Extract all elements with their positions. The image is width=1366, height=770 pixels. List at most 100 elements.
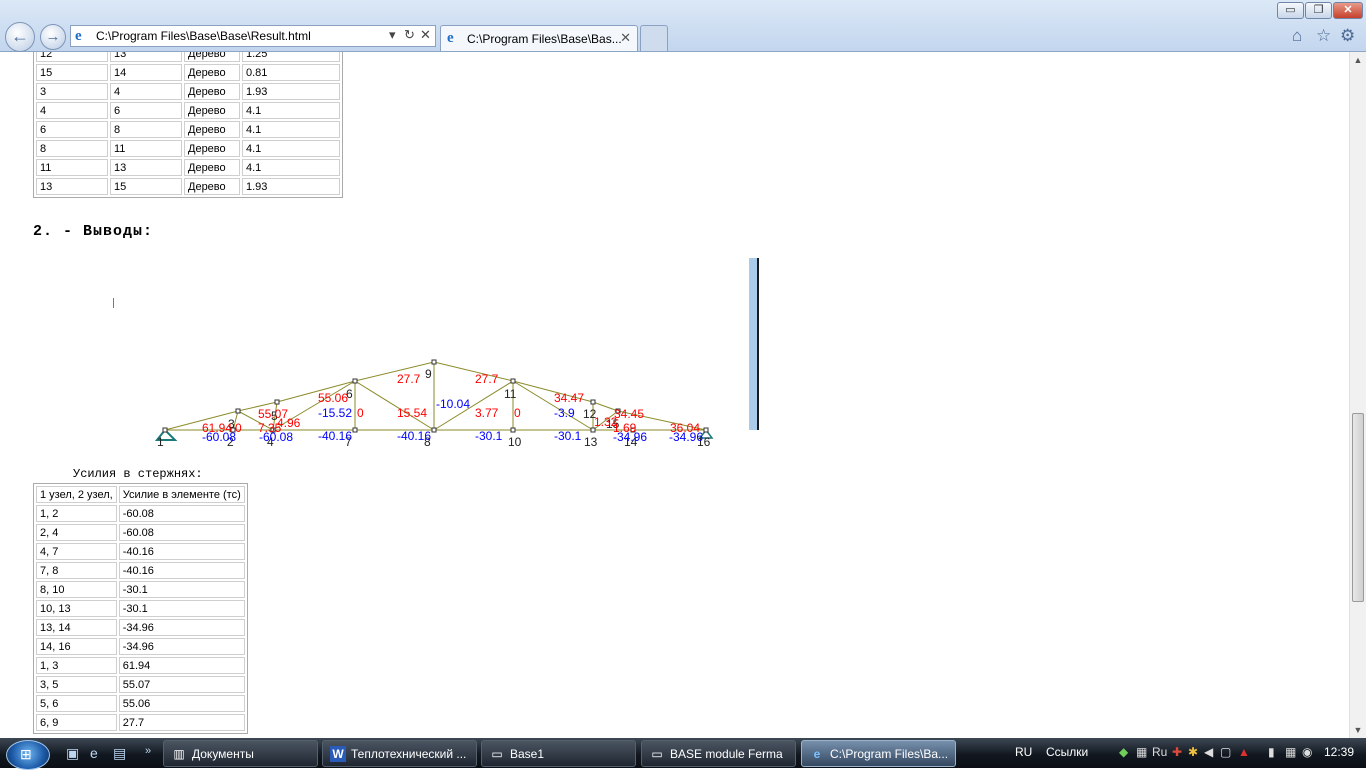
table-row: 8 11 Дерево 4.1 (36, 140, 340, 157)
forward-button[interactable]: → (40, 24, 66, 50)
tray-ru-icon[interactable]: Ru (1152, 745, 1167, 759)
table-row: 10, 13 -30.1 (36, 600, 245, 617)
folder-icon: ▥ (173, 747, 185, 761)
table-row: 3 4 Дерево 1.93 (36, 83, 340, 100)
battery-icon[interactable]: ▮ (1268, 745, 1275, 759)
address-url[interactable]: C:\Program Files\Base\Base\Result.html (96, 29, 311, 43)
scroll-up-icon[interactable]: ▲ (1350, 52, 1366, 68)
links-toolbar[interactable]: Ссылки (1046, 745, 1088, 759)
close-window-button[interactable]: ✕ (1333, 2, 1363, 19)
node-start-cell: 3 (36, 83, 108, 100)
dropdown-icon[interactable]: ▾ (389, 27, 396, 43)
taskbar-item-base1[interactable]: ▭ Base1 (481, 740, 636, 767)
truss-node (352, 427, 358, 433)
table-row: 4, 7 -40.16 (36, 543, 245, 560)
table-row: 15 14 Дерево 0.81 (36, 64, 340, 81)
member-force-cell: -60.08 (118, 505, 245, 522)
node-start-cell: 6 (36, 121, 108, 138)
table-row: 7, 8 -40.16 (36, 562, 245, 579)
clock: 12:39 (1324, 745, 1355, 759)
value-cell: 1.25 (242, 52, 340, 62)
stop-icon[interactable]: ✕ (420, 27, 431, 43)
value-cell: 4.1 (242, 159, 340, 176)
table-row: 1, 3 61.94 (36, 657, 245, 674)
node-start-cell: 13 (36, 178, 108, 195)
force-label-web: 0 (235, 421, 242, 435)
node-label: 11 (504, 387, 517, 401)
value-cell: 4.1 (242, 140, 340, 157)
node-end-cell: 11 (110, 140, 182, 157)
ie-quicklaunch-icon[interactable]: e (90, 745, 98, 761)
table-row: 11 13 Дерево 4.1 (36, 159, 340, 176)
truss-member (512, 380, 594, 431)
node-label: 1 (157, 435, 164, 449)
member-force-cell: 61.94 (118, 657, 245, 674)
quicklaunch-more-icon[interactable]: » (145, 745, 151, 757)
force-label-web: 0 (514, 406, 521, 420)
taskbar-item-documents[interactable]: ▥ Документы (163, 740, 318, 767)
scroll-down-icon[interactable]: ▼ (1350, 722, 1366, 738)
force-label-lower: -40.16 (318, 429, 352, 443)
taskbar-item-word[interactable]: W Теплотехнический ... (322, 740, 477, 767)
member-force-cell: -30.1 (118, 600, 245, 617)
node-start-cell: 4 (36, 102, 108, 119)
truss-node (703, 427, 709, 433)
language-indicator[interactable]: RU (1015, 745, 1032, 759)
switch-windows-icon[interactable]: ▤ (113, 745, 126, 762)
truss-member (354, 361, 435, 382)
minimize-button[interactable]: ▭ (1277, 2, 1304, 19)
forces-header-row: 1 узел, 2 узел, Усилие в элементе (тс) (36, 486, 245, 503)
gear-icon[interactable]: ⚙ (1340, 26, 1355, 46)
member-nodes-cell: 1, 2 (36, 505, 117, 522)
tray-shield-icon[interactable]: ▲ (1238, 745, 1250, 759)
favorites-star-icon[interactable]: ☆ (1316, 26, 1331, 46)
frame-divider[interactable] (749, 258, 759, 430)
home-icon[interactable]: ⌂ (1292, 26, 1302, 46)
node-label: 10 (508, 435, 522, 449)
force-label-upper: 55.06 (318, 391, 348, 405)
force-label-upper: 34.47 (554, 391, 584, 405)
maximize-button[interactable]: ❐ (1305, 2, 1332, 19)
truss-node (162, 427, 168, 433)
ie-icon: e (813, 747, 821, 761)
table-row: 2, 4 -60.08 (36, 524, 245, 541)
vertical-scrollbar[interactable]: ▲ ▼ (1349, 52, 1366, 738)
scroll-thumb[interactable] (1352, 413, 1364, 602)
show-desktop-icon[interactable]: ▣ (66, 745, 79, 762)
table-row: 6, 9 27.7 (36, 714, 245, 731)
browser-toolbar: ← → e C:\Program Files\Base\Base\Result.… (0, 0, 1366, 52)
truss-diagram: 1 234567 8910111213 14151661.9455.0755.0627… (154, 359, 714, 449)
node-start-cell: 8 (36, 140, 108, 157)
back-button[interactable]: ← (5, 22, 35, 52)
member-force-cell: 55.07 (118, 676, 245, 693)
new-tab-button[interactable] (640, 25, 668, 51)
start-button[interactable]: ⊞ (6, 740, 50, 770)
tray-window-icon[interactable]: ▢ (1220, 745, 1231, 759)
ie-tab-icon: e (447, 30, 454, 46)
member-nodes-cell: 14, 16 (36, 638, 117, 655)
member-nodes-cell: 10, 13 (36, 600, 117, 617)
nvidia-tray-icon[interactable]: ◆ (1119, 745, 1128, 759)
volume-icon[interactable]: ◀ (1204, 745, 1213, 759)
member-nodes-cell: 13, 14 (36, 619, 117, 636)
tray-app-icon[interactable]: ▦ (1136, 745, 1147, 759)
force-label-lower: -30.1 (554, 429, 582, 443)
material-cell: Дерево (184, 140, 240, 157)
node-end-cell: 8 (110, 121, 182, 138)
node-end-cell: 13 (110, 52, 182, 62)
value-cell: 1.93 (242, 83, 340, 100)
address-bar[interactable]: e C:\Program Files\Base\Base\Result.html… (70, 25, 436, 47)
tray-star-icon[interactable]: ✱ (1188, 745, 1198, 759)
tray-misc-icon[interactable]: ◉ (1302, 745, 1312, 759)
table-row: 12 13 Дерево 1.25 (36, 52, 340, 62)
taskbar-item-ie[interactable]: e C:\Program Files\Ba... (801, 740, 956, 767)
tab-result[interactable]: e C:\Program Files\Base\Bas... ✕ (440, 25, 638, 51)
antivirus-tray-icon[interactable]: ✚ (1172, 745, 1182, 759)
table-row: 6 8 Дерево 4.1 (36, 121, 340, 138)
refresh-icon[interactable]: ↻ (404, 27, 415, 43)
node-end-cell: 4 (110, 83, 182, 100)
forces-caption: Усилия в стержнях: (73, 467, 203, 481)
tab-close-icon[interactable]: ✕ (620, 30, 631, 46)
network-icon[interactable]: ▦ (1285, 745, 1296, 759)
taskbar-item-base-module[interactable]: ▭ BASE module Ferma (641, 740, 796, 767)
